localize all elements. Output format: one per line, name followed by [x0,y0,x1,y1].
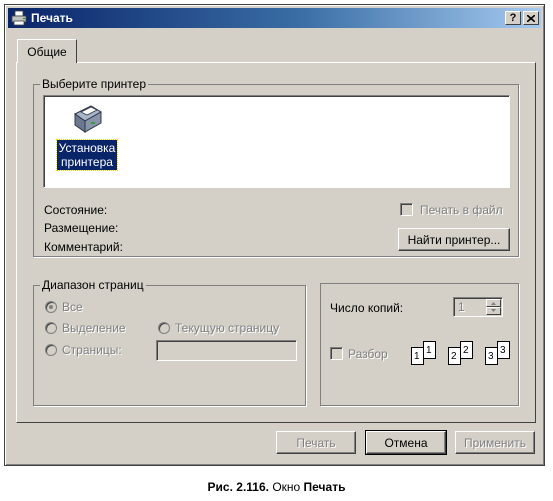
tab-general[interactable]: Общие [17,39,77,63]
collate-checkbox[interactable] [330,347,343,360]
collate-page: 1 [411,347,424,365]
cancel-button-label: Отмена [384,435,428,450]
find-printer-label: Найти принтер... [407,232,501,247]
collate-page: 1 [423,341,436,359]
help-button[interactable]: ? [505,11,521,25]
tab-general-label: Общие [27,44,67,59]
copies-value: 1 [458,300,465,314]
range-pages-radio[interactable] [45,344,57,356]
range-all-radio[interactable] [45,301,57,313]
add-printer-icon [69,100,105,136]
chevron-up-icon [491,302,496,305]
printer-item-add[interactable]: Установка принтера [54,100,120,171]
collate-label: Разбор [348,347,388,361]
print-button[interactable]: Печать [276,431,356,454]
collate-preview-icon: 1 1 2 2 3 3 [405,341,510,377]
range-current-page-radio[interactable] [158,322,170,334]
collate-page: 2 [460,341,473,359]
copies-spinner[interactable]: 1 [453,297,503,317]
printer-list[interactable]: Установка принтера [43,95,510,188]
page-range-label: Диапазон страниц [40,278,146,292]
caption-prefix: Рис. 2.116. [207,480,269,494]
collate-page: 2 [448,347,461,365]
printer-group-label: Выберите принтер [40,77,148,91]
figure-caption: Рис. 2.116. Окно Печать [0,480,553,494]
print-button-label: Печать [296,435,336,450]
pages-input[interactable] [156,340,297,361]
caption-text: Окно [268,480,304,494]
printer-item-label: Установка принтера [55,139,119,171]
collate-page: 3 [485,347,498,365]
apply-button[interactable]: Применить [455,431,535,454]
spin-up-button[interactable] [486,299,501,307]
status-comment-label: Комментарий: [44,240,123,254]
title-bar: Печать ? [8,8,541,28]
find-printer-button[interactable]: Найти принтер... [398,228,510,251]
window-title: Печать [31,11,73,25]
status-state-label: Состояние: [44,203,108,217]
collate-page: 3 [497,341,510,359]
cancel-button[interactable]: Отмена [365,430,447,455]
spin-down-button[interactable] [486,307,501,315]
apply-button-label: Применить [463,435,526,450]
range-all-label: Все [62,300,83,314]
range-selection-label: Выделение [62,321,126,335]
range-current-page-label: Текущую страницу [175,321,280,335]
close-icon [527,14,535,22]
caption-bold: Печать [303,480,346,494]
print-to-file-checkbox[interactable] [400,203,413,216]
close-button[interactable] [523,11,539,25]
print-to-file-label: Печать в файл [420,203,503,217]
chevron-down-icon [491,309,496,312]
copies-label: Число копий: [330,301,404,315]
range-pages-label: Страницы: [62,343,122,357]
range-selection-radio[interactable] [45,322,57,334]
printer-icon [11,10,27,26]
status-location-label: Размещение: [44,221,119,235]
